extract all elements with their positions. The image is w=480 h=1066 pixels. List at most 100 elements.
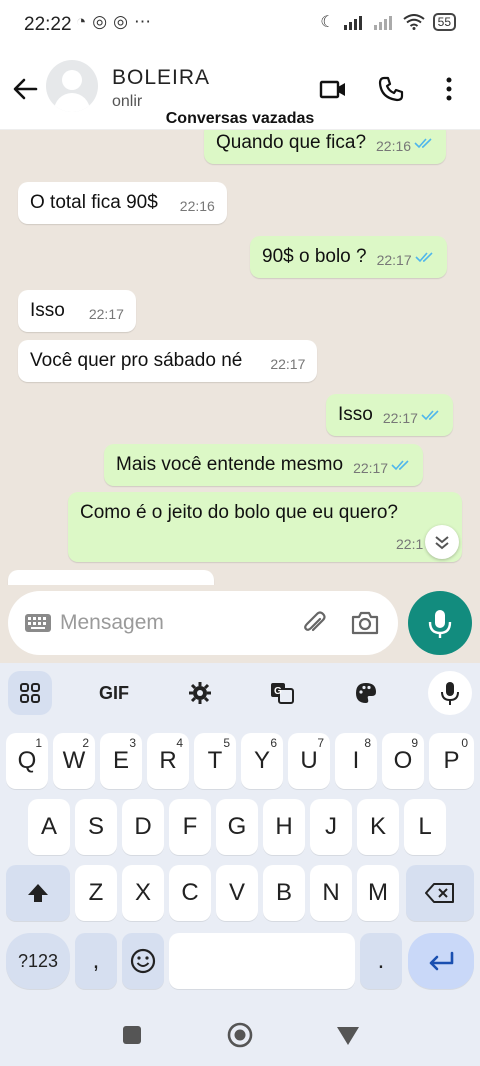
gif-button[interactable]: GIF xyxy=(96,675,132,711)
instagram-notification-icon-2: ◎ xyxy=(113,12,128,31)
status-time: 22:22 xyxy=(24,14,72,35)
avatar[interactable] xyxy=(46,60,98,112)
recents-square-icon[interactable] xyxy=(122,1025,142,1045)
notification-icons: ◔ ◎ ◎ ⋯ xyxy=(76,12,151,32)
key-t[interactable]: T5 xyxy=(194,733,236,789)
key-y[interactable]: Y6 xyxy=(241,733,283,789)
instagram-notification-icon: ◎ xyxy=(92,12,108,31)
message-bubble[interactable]: Quando que fica? 22:16 xyxy=(204,130,447,164)
key-f[interactable]: F xyxy=(169,799,211,855)
message-bubble-partial[interactable] xyxy=(8,570,214,585)
key-e[interactable]: E3 xyxy=(100,733,142,789)
message-bubble[interactable]: Mais você entende mesmo 22:17 xyxy=(104,444,424,486)
message-text: Mais você entende mesmo xyxy=(116,454,344,475)
key-x[interactable]: X xyxy=(122,865,164,921)
theme-palette-icon[interactable] xyxy=(348,675,384,711)
keyboard-toolbar: GIF G xyxy=(0,663,480,723)
attach-icon[interactable] xyxy=(300,609,328,637)
contact-name[interactable]: BOLEIRA xyxy=(112,66,210,90)
apps-grid-button[interactable] xyxy=(8,671,52,715)
message-bubble[interactable]: 90$ o bolo ? 22:17 xyxy=(250,236,447,278)
key-h[interactable]: H xyxy=(263,799,305,855)
key-a[interactable]: A xyxy=(28,799,70,855)
emoji-key[interactable] xyxy=(122,933,164,989)
comma-key[interactable]: , xyxy=(75,933,117,989)
message-text: O total fica 90$ xyxy=(30,192,158,213)
contact-status: onlir xyxy=(112,93,143,110)
home-circle-icon[interactable] xyxy=(227,1022,253,1048)
backspace-key[interactable] xyxy=(406,865,474,921)
key-c[interactable]: C xyxy=(169,865,211,921)
video-call-icon[interactable] xyxy=(318,74,348,104)
key-k[interactable]: K xyxy=(357,799,399,855)
overlay-caption: Conversas vazadas xyxy=(165,110,315,127)
chat-area[interactable]: Quando que fica? 22:16 O total fica 90$ 22… xyxy=(0,130,480,585)
message-time: 22:17 xyxy=(376,252,412,268)
translate-icon[interactable]: G xyxy=(264,675,300,711)
message-bubble[interactable]: Você quer pro sábado né 22:17 xyxy=(18,340,318,382)
read-ticks-icon xyxy=(391,460,409,471)
read-ticks-icon xyxy=(414,138,432,149)
settings-gear-icon[interactable] xyxy=(182,675,218,711)
key-j[interactable]: J xyxy=(310,799,352,855)
key-i[interactable]: I8 xyxy=(335,733,377,789)
battery-indicator: 55 xyxy=(432,13,456,31)
key-n[interactable]: N xyxy=(310,865,352,921)
phone-call-icon[interactable] xyxy=(376,74,406,104)
signal-icon-2 xyxy=(373,16,392,30)
scroll-to-bottom-button[interactable] xyxy=(425,525,459,559)
status-bar: 22:22 ◔ ◎ ◎ ⋯ ☾ 55 xyxy=(0,0,480,52)
message-time: 22:16 xyxy=(179,198,215,214)
backspace-icon xyxy=(425,883,454,903)
message-bubble[interactable]: Como é o jeito do bolo que eu quero? 22:… xyxy=(68,492,462,562)
microphone-icon xyxy=(441,682,459,705)
message-time: 22:17 xyxy=(270,356,306,372)
message-time: 22:1 xyxy=(396,536,424,552)
message-placeholder: Mensagem xyxy=(60,611,164,634)
message-bubble[interactable]: O total fica 90$ 22:16 xyxy=(18,182,227,224)
keyboard-voice-button[interactable] xyxy=(428,671,472,715)
signal-icon xyxy=(343,16,362,30)
keyboard-icon[interactable] xyxy=(24,613,52,633)
key-d[interactable]: D xyxy=(122,799,164,855)
key-u[interactable]: U7 xyxy=(288,733,330,789)
key-v[interactable]: V xyxy=(216,865,258,921)
message-time: 22:17 xyxy=(382,410,418,426)
message-bubble[interactable]: Isso 22:17 xyxy=(18,290,136,332)
message-text: Como é o jeito do bolo que eu quero? xyxy=(80,502,398,523)
moon-icon: ☾ xyxy=(320,14,335,31)
key-p[interactable]: P0 xyxy=(429,733,474,789)
key-s[interactable]: S xyxy=(75,799,117,855)
more-notifications-icon: ⋯ xyxy=(133,12,151,31)
key-l[interactable]: L xyxy=(404,799,446,855)
whatsapp-notification-icon: ◔ xyxy=(76,12,87,31)
microphone-icon xyxy=(428,610,452,638)
more-options-icon[interactable] xyxy=(434,74,464,104)
shift-key[interactable] xyxy=(6,865,70,921)
message-input[interactable]: Mensagem xyxy=(8,591,398,655)
key-b[interactable]: B xyxy=(263,865,305,921)
message-composer: Mensagem xyxy=(0,585,480,663)
key-m[interactable]: M xyxy=(357,865,399,921)
svg-text:G: G xyxy=(274,686,282,697)
key-q[interactable]: Q1 xyxy=(6,733,48,789)
symbols-key[interactable]: ?123 xyxy=(6,933,70,989)
enter-key[interactable] xyxy=(408,933,474,989)
key-g[interactable]: G xyxy=(216,799,258,855)
back-arrow-icon[interactable] xyxy=(10,74,40,104)
shift-arrow-icon xyxy=(28,884,48,902)
key-r[interactable]: R4 xyxy=(147,733,189,789)
message-text: Quando que fica? xyxy=(216,132,367,153)
key-w[interactable]: W2 xyxy=(53,733,95,789)
double-chevron-down-icon xyxy=(435,536,449,550)
voice-message-button[interactable] xyxy=(408,591,472,655)
space-bar[interactable] xyxy=(169,933,355,989)
system-navigation-bar xyxy=(0,1005,480,1066)
period-key[interactable]: . xyxy=(360,933,402,989)
key-z[interactable]: Z xyxy=(75,865,117,921)
wifi-icon xyxy=(403,14,425,30)
message-bubble[interactable]: Isso 22:17 xyxy=(326,394,453,436)
key-o[interactable]: O9 xyxy=(382,733,424,789)
back-triangle-icon[interactable] xyxy=(336,1026,360,1046)
camera-icon[interactable] xyxy=(350,609,380,637)
